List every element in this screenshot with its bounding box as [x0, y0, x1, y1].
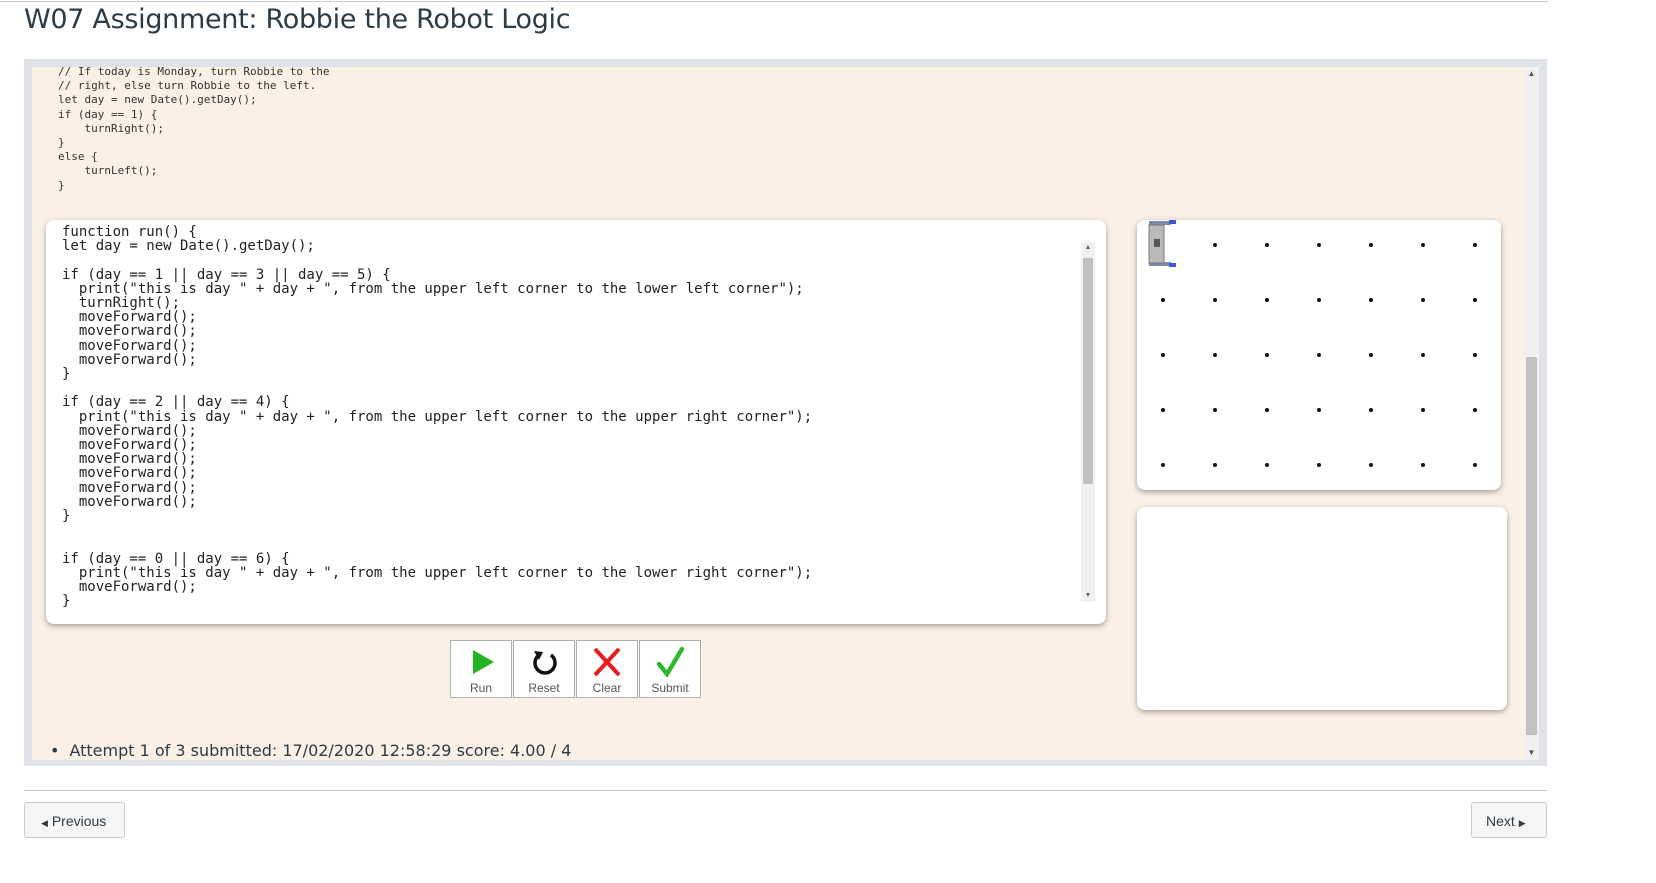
- run-button[interactable]: Run: [450, 640, 512, 698]
- grid-dot: [1317, 243, 1321, 247]
- grid-dot: [1265, 243, 1269, 247]
- grid-dot: [1421, 408, 1425, 412]
- grid-dot: [1213, 298, 1217, 302]
- next-label: Next: [1486, 813, 1515, 829]
- grid-dot: [1317, 298, 1321, 302]
- attempt-item: Attempt 1 of 3 submitted: 17/02/2020 12:…: [50, 741, 571, 760]
- grid-dot: [1265, 408, 1269, 412]
- scroll-thumb[interactable]: [1526, 357, 1537, 735]
- robot-grid: [1148, 220, 1477, 467]
- grid-dot: [1213, 353, 1217, 357]
- reset-button[interactable]: Reset: [513, 640, 575, 698]
- grid-dot: [1317, 408, 1321, 412]
- chevron-left-icon: ◀: [41, 818, 48, 828]
- grid-dot: [1265, 298, 1269, 302]
- grid-dot: [1369, 353, 1373, 357]
- grid-dot: [1421, 243, 1425, 247]
- code-editor[interactable]: function run() { let day = new Date().ge…: [46, 220, 1106, 624]
- grid-dot: [1421, 463, 1425, 467]
- close-icon: [593, 647, 621, 677]
- grid-dot: [1161, 298, 1165, 302]
- description-code: // If today is Monday, turn Robbie to th…: [58, 65, 330, 192]
- editor-scroll-down-icon[interactable]: ▼: [1081, 590, 1095, 602]
- grid-dot: [1473, 298, 1477, 302]
- bottom-divider: [24, 790, 1547, 791]
- grid-dot: [1421, 353, 1425, 357]
- grid-dot: [1265, 463, 1269, 467]
- scroll-down-arrow-icon[interactable]: ▼: [1524, 746, 1539, 760]
- grid-dot: [1369, 408, 1373, 412]
- grid-dot: [1473, 243, 1477, 247]
- play-icon: [473, 650, 494, 674]
- robot-icon: [1148, 220, 1176, 267]
- clear-label: Clear: [592, 681, 622, 695]
- grid-dot: [1369, 298, 1373, 302]
- grid-dot: [1473, 463, 1477, 467]
- reset-label: Reset: [528, 681, 560, 695]
- scroll-up-arrow-icon[interactable]: ▲: [1524, 67, 1539, 81]
- grid-dot: [1161, 463, 1165, 467]
- check-icon: [656, 647, 685, 677]
- output-panel: [1137, 507, 1507, 710]
- code-text[interactable]: function run() { let day = new Date().ge…: [62, 225, 812, 608]
- grid-dot: [1369, 463, 1373, 467]
- editor-scrollbar[interactable]: ▲ ▼: [1081, 242, 1095, 602]
- frame-scrollbar[interactable]: ▲ ▼: [1524, 67, 1539, 760]
- attempts-list: Attempt 1 of 3 submitted: 17/02/2020 12:…: [50, 741, 571, 760]
- toolbar: Run Reset Clear Submit: [450, 640, 702, 698]
- grid-dot: [1317, 463, 1321, 467]
- previous-label: Previous: [51, 813, 107, 829]
- grid-dot: [1265, 353, 1269, 357]
- robot-grid-panel: [1137, 220, 1501, 490]
- grid-dot: [1161, 353, 1165, 357]
- editor-scroll-thumb[interactable]: [1083, 258, 1093, 484]
- grid-dot: [1161, 408, 1165, 412]
- clear-button[interactable]: Clear: [576, 640, 638, 698]
- submit-button[interactable]: Submit: [639, 640, 701, 698]
- chevron-right-icon: ▶: [1518, 818, 1526, 828]
- next-button[interactable]: Next ▶: [1471, 802, 1547, 838]
- grid-dot: [1213, 243, 1217, 247]
- previous-button[interactable]: ◀ Previous: [24, 802, 125, 838]
- grid-dot: [1473, 353, 1477, 357]
- page-title: W07 Assignment: Robbie the Robot Logic: [24, 4, 571, 35]
- grid-dot: [1213, 408, 1217, 412]
- editor-scroll-up-icon[interactable]: ▲: [1081, 242, 1095, 254]
- submit-label: Submit: [651, 681, 689, 695]
- grid-dot: [1317, 353, 1321, 357]
- top-divider: [0, 1, 1548, 2]
- run-label: Run: [469, 681, 492, 695]
- grid-dot: [1213, 463, 1217, 467]
- reset-icon: [533, 651, 557, 675]
- grid-dot: [1421, 298, 1425, 302]
- grid-dot: [1369, 243, 1373, 247]
- grid-dot: [1473, 408, 1477, 412]
